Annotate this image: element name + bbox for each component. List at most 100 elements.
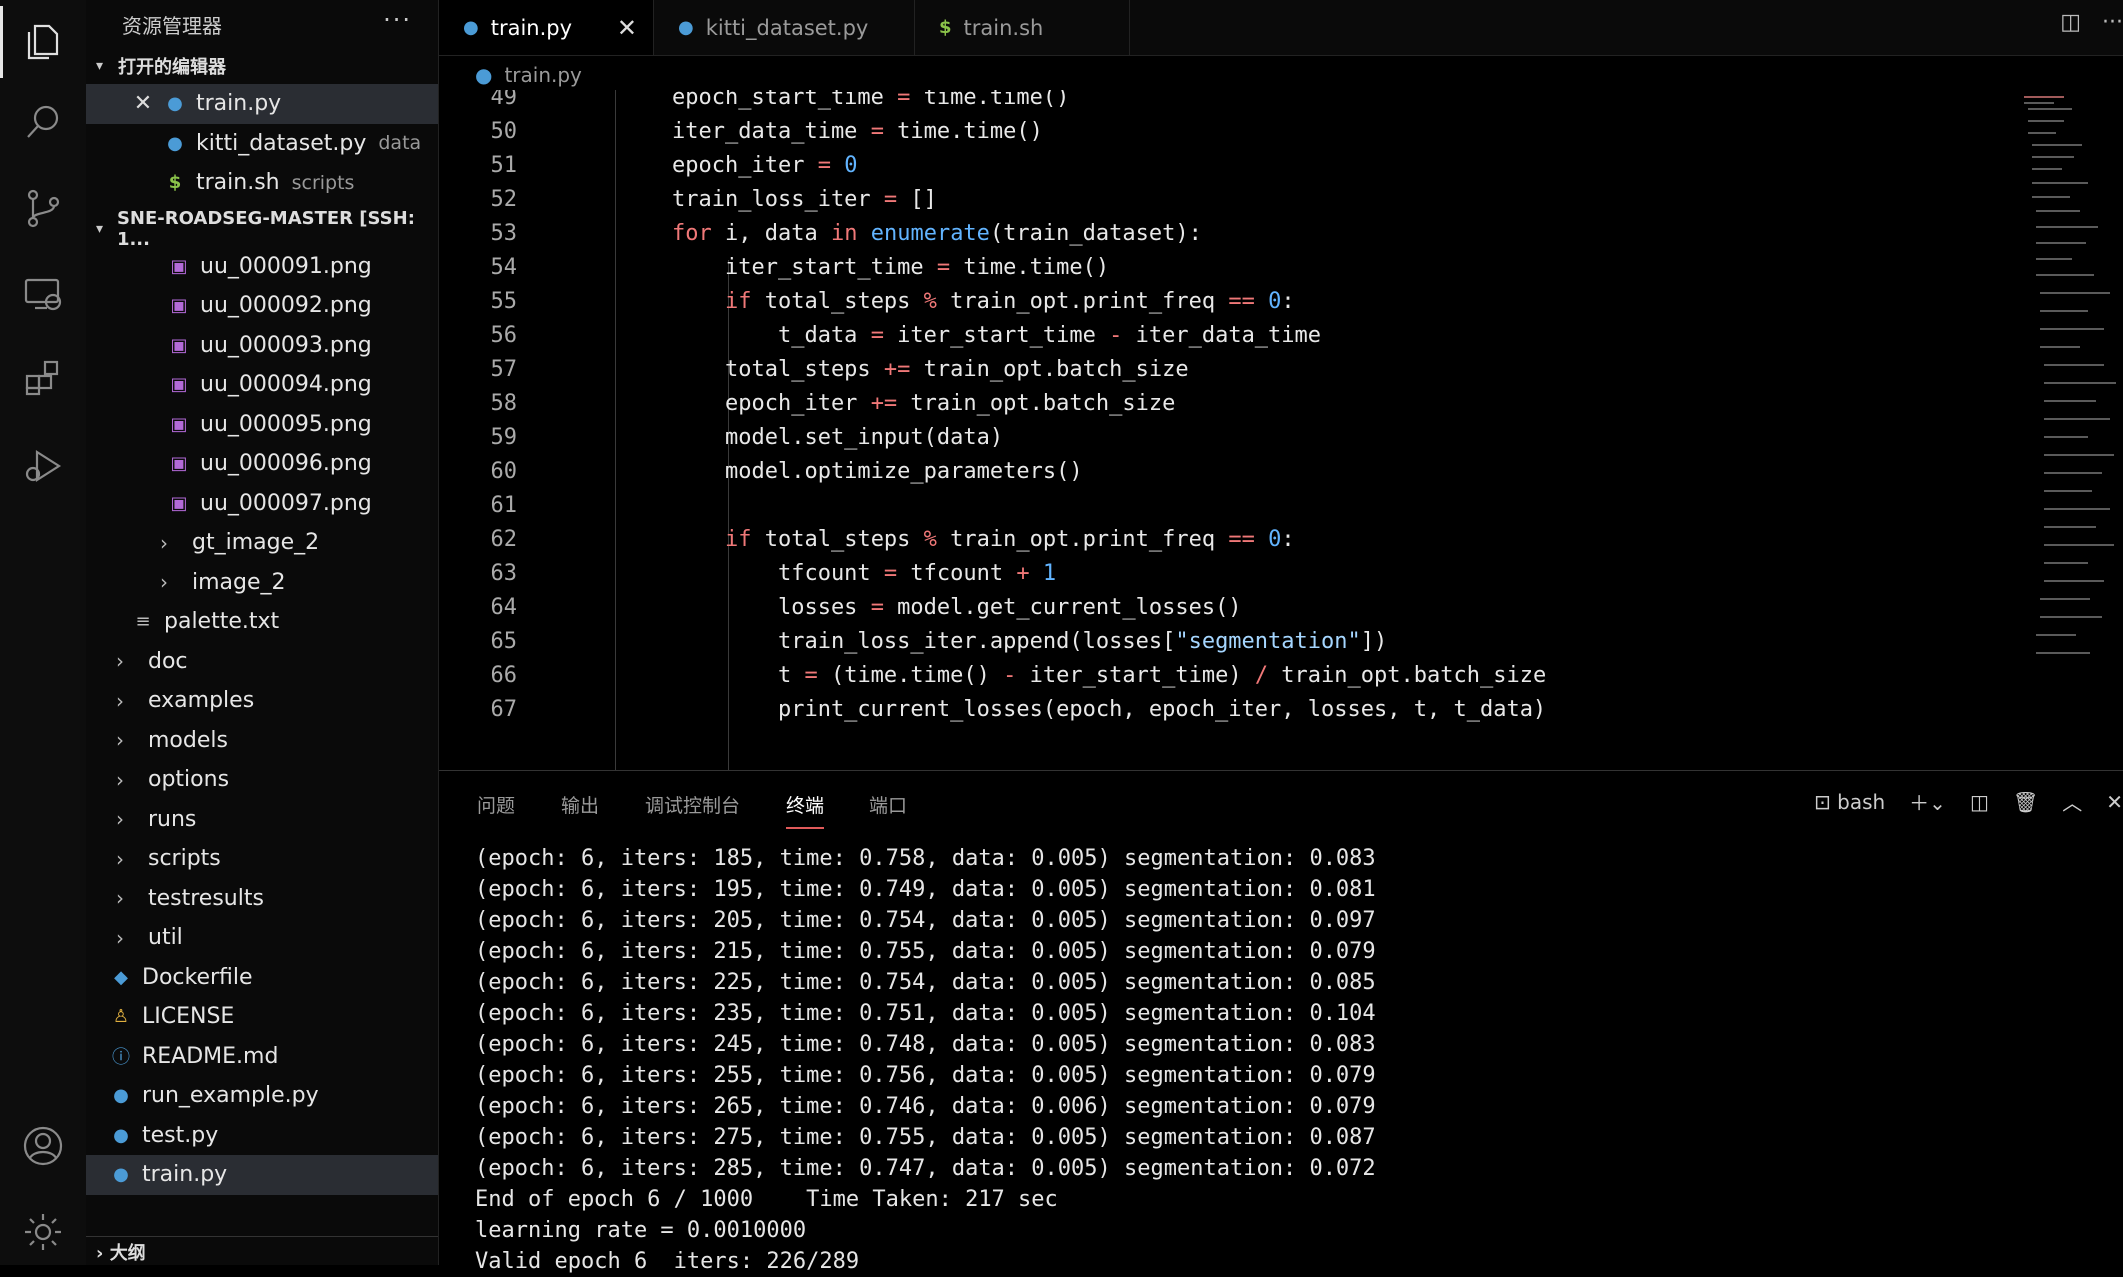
folder-item[interactable]: › image_2 xyxy=(86,563,438,603)
close-icon[interactable]: ✕ xyxy=(617,14,637,42)
code-line: for i, data in enumerate(train_dataset): xyxy=(672,221,1202,246)
folder-label: examples xyxy=(148,688,255,714)
file-item[interactable]: ⓘ README.md xyxy=(86,1037,438,1077)
file-item[interactable]: ≡ palette.txt xyxy=(86,602,438,642)
split-editor-icon[interactable]: ◫ xyxy=(2060,10,2081,35)
file-item[interactable]: ▣ uu_000097.png xyxy=(86,484,438,524)
folder-label: scripts xyxy=(148,846,221,872)
image-file-icon: ▣ xyxy=(170,295,188,317)
line-number: 57 xyxy=(490,357,518,382)
more-actions-icon[interactable]: ··· xyxy=(383,6,412,34)
shell-label: bash xyxy=(1837,789,1886,814)
info-file-icon: ⓘ xyxy=(112,1047,130,1069)
chevron-down-icon: ▾ xyxy=(96,220,104,237)
close-icon[interactable]: ✕ xyxy=(132,91,154,116)
python-file-icon: ● xyxy=(113,1085,129,1107)
terminal-line: (epoch: 6, iters: 195, time: 0.749, data… xyxy=(475,877,1376,902)
split-terminal-icon[interactable]: ◫ xyxy=(1970,790,1989,814)
chevron-right-icon: › xyxy=(116,846,124,871)
file-label: uu_000091.png xyxy=(200,253,372,279)
file-item[interactable]: ● run_example.py xyxy=(86,1076,438,1116)
terminal-line: (epoch: 6, iters: 265, time: 0.746, data… xyxy=(475,1094,1376,1119)
folder-label: image_2 xyxy=(192,569,286,595)
code-line: epoch_iter = 0 xyxy=(672,153,858,178)
terminal-line: (epoch: 6, iters: 275, time: 0.755, data… xyxy=(475,1125,1376,1150)
code-line: iter_start_time = time.time() xyxy=(672,255,1110,280)
editor-tabs: ● train.py ✕ ● kitti_dataset.py $ train.… xyxy=(439,0,2123,56)
line-number: 50 xyxy=(490,119,518,144)
line-number: 60 xyxy=(490,459,518,484)
open-editor-item[interactable]: $ train.sh scripts xyxy=(86,163,438,203)
terminal-line: (epoch: 6, iters: 185, time: 0.758, data… xyxy=(475,846,1376,871)
run-debug-icon[interactable] xyxy=(0,424,86,508)
code-line: model.set_input(data) xyxy=(672,425,1004,450)
file-label: run_example.py xyxy=(142,1083,319,1109)
terminal-output[interactable]: (epoch: 6, iters: 185, time: 0.758, data… xyxy=(475,843,1376,1277)
tab-train-sh[interactable]: $ train.sh xyxy=(915,0,1130,55)
code-line: model.optimize_parameters() xyxy=(672,459,1083,484)
file-item[interactable]: ▣ uu_000092.png xyxy=(86,286,438,326)
file-item[interactable]: ♙ LICENSE xyxy=(86,997,438,1037)
folder-item[interactable]: › runs xyxy=(86,800,438,840)
file-label: train.py xyxy=(142,1162,228,1188)
tab-output[interactable]: 输出 xyxy=(561,791,599,818)
folder-item[interactable]: › options xyxy=(86,760,438,800)
folder-item[interactable]: › models xyxy=(86,721,438,761)
source-control-icon[interactable] xyxy=(0,166,86,250)
file-item[interactable]: ▣ uu_000093.png xyxy=(86,326,438,366)
open-editor-item[interactable]: ● kitti_dataset.py data xyxy=(86,124,438,164)
search-icon[interactable] xyxy=(0,80,86,164)
shell-file-icon: $ xyxy=(939,17,952,38)
tab-train-py[interactable]: ● train.py ✕ xyxy=(439,0,654,55)
folder-label: models xyxy=(148,727,228,753)
account-icon[interactable] xyxy=(0,1104,86,1188)
chevron-up-icon[interactable]: ︿ xyxy=(2062,787,2082,816)
file-item[interactable]: ● train.py xyxy=(86,1155,438,1195)
file-label: README.md xyxy=(142,1043,279,1069)
close-icon[interactable]: ✕ xyxy=(2106,790,2123,814)
outline-label: 大纲 xyxy=(109,1243,146,1264)
file-item[interactable]: ◆ Dockerfile xyxy=(86,958,438,998)
terminal-shell-selector[interactable]: ⊡ bash xyxy=(1814,790,1885,814)
file-item[interactable]: ▣ uu_000094.png xyxy=(86,365,438,405)
file-item[interactable]: ▣ uu_000095.png xyxy=(86,405,438,445)
new-terminal-icon[interactable]: ＋⌄ xyxy=(1909,787,1946,816)
folder-item[interactable]: › util xyxy=(86,918,438,958)
file-item[interactable]: ▣ uu_000096.png xyxy=(86,444,438,484)
code-editor[interactable]: 49 epoch_start_time = time.time() 50 iter_… xyxy=(439,90,2123,770)
outline-section[interactable]: › 大纲 xyxy=(86,1236,438,1265)
folder-item[interactable]: › examples xyxy=(86,681,438,721)
open-editors-section[interactable]: ▾ 打开的编辑器 xyxy=(86,48,438,84)
workspace-section[interactable]: ▾ SNE-ROADSEG-MASTER [SSH: 1... xyxy=(86,208,438,250)
file-label: uu_000094.png xyxy=(200,372,372,398)
tab-terminal[interactable]: 终端 xyxy=(786,791,825,829)
terminal-line: (epoch: 6, iters: 205, time: 0.754, data… xyxy=(475,908,1376,933)
folder-item[interactable]: › gt_image_2 xyxy=(86,523,438,563)
folder-item[interactable]: › doc xyxy=(86,642,438,682)
folder-item[interactable]: › testresults xyxy=(86,879,438,919)
tab-problems[interactable]: 问题 xyxy=(477,791,515,818)
folder-item[interactable]: › scripts xyxy=(86,839,438,879)
minimap[interactable] xyxy=(2020,92,2120,682)
more-actions-icon[interactable]: ··· xyxy=(2102,10,2123,35)
explorer-icon[interactable] xyxy=(0,0,86,84)
line-number: 56 xyxy=(490,323,518,348)
image-file-icon: ▣ xyxy=(170,492,188,514)
tab-debug-console[interactable]: 调试控制台 xyxy=(645,791,740,818)
file-item[interactable]: ▣ uu_000091.png xyxy=(86,247,438,287)
tab-ports[interactable]: 端口 xyxy=(869,791,907,818)
trash-icon[interactable]: 🗑 xyxy=(2013,790,2038,814)
settings-gear-icon[interactable] xyxy=(0,1190,86,1274)
remote-explorer-icon[interactable] xyxy=(0,252,86,336)
open-editor-item[interactable]: ✕ ● train.py xyxy=(86,84,438,124)
file-label: uu_000095.png xyxy=(200,411,372,437)
file-label: palette.txt xyxy=(164,609,280,635)
terminal-icon: ⊡ xyxy=(1814,789,1831,814)
tab-kitti-dataset-py[interactable]: ● kitti_dataset.py xyxy=(654,0,915,55)
file-label: uu_000093.png xyxy=(200,332,372,358)
folder-label: options xyxy=(148,767,230,793)
tab-label: train.sh xyxy=(963,15,1044,40)
extensions-icon[interactable] xyxy=(0,336,86,420)
file-item[interactable]: ● test.py xyxy=(86,1116,438,1156)
breadcrumb-item[interactable]: train.py xyxy=(504,63,581,87)
